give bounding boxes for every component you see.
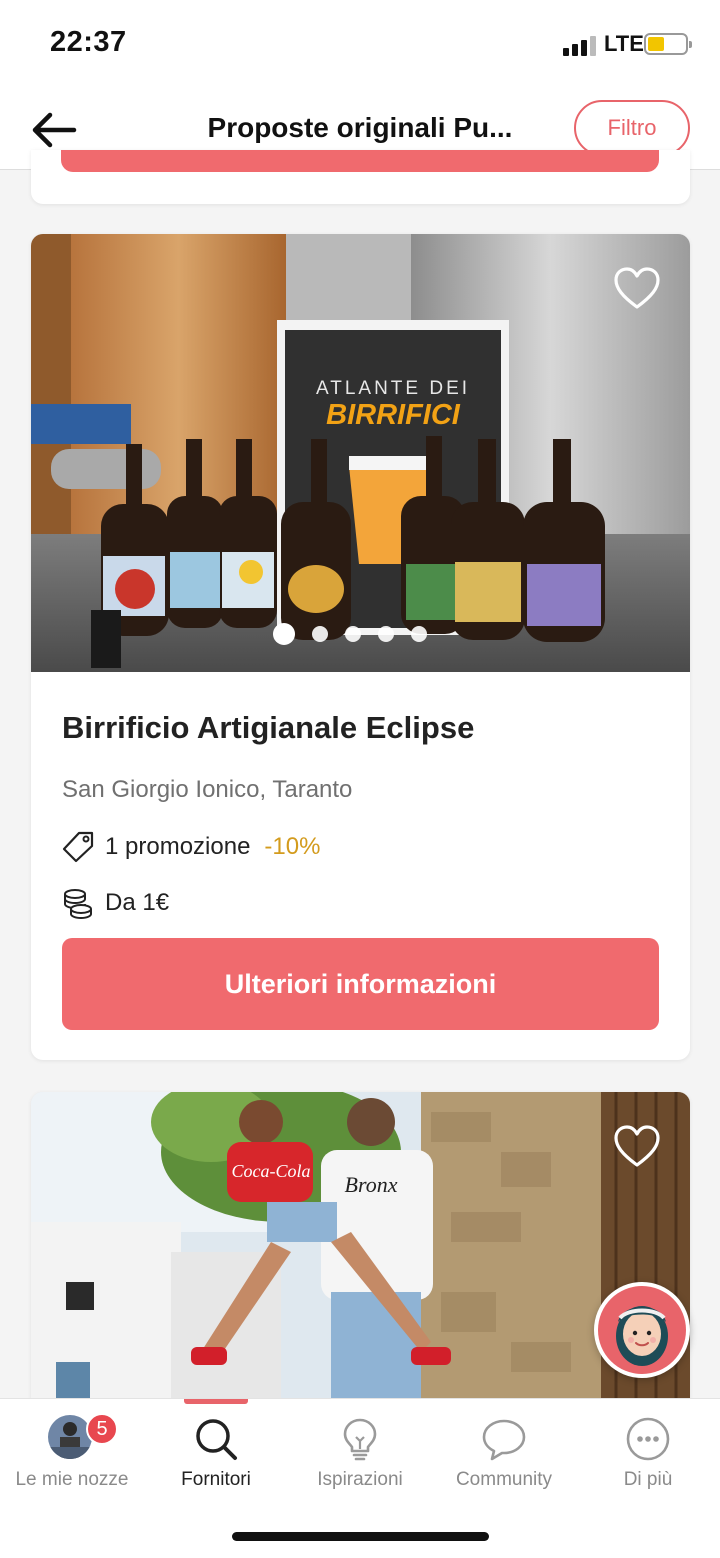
search-icon bbox=[196, 1419, 237, 1460]
carousel-dot[interactable] bbox=[378, 626, 394, 642]
heart-outline-icon bbox=[614, 267, 660, 309]
assistant-button[interactable] bbox=[594, 1282, 690, 1378]
lightbulb-icon bbox=[343, 1418, 377, 1461]
carousel-dot[interactable] bbox=[312, 626, 328, 642]
carousel-dot[interactable] bbox=[345, 626, 361, 642]
nav-item-le-mie-nozze[interactable]: 5 Le mie nozze bbox=[0, 1399, 144, 1509]
vendor-photo: ATLANTE DEI BIRRIFICI bbox=[31, 234, 690, 672]
chat-bubble-icon bbox=[482, 1419, 526, 1461]
status-bar: 22:37 LTE bbox=[0, 0, 720, 90]
price-label: Da 1€ bbox=[105, 889, 170, 916]
home-indicator[interactable] bbox=[232, 1532, 489, 1541]
shirt-text: Bronx bbox=[345, 1172, 398, 1197]
nav-item-di-piu[interactable]: Di più bbox=[576, 1399, 720, 1509]
more-info-button-previous[interactable] bbox=[61, 150, 659, 172]
notification-badge: 5 bbox=[86, 1413, 118, 1445]
more-info-button[interactable]: Ulteriori informazioni bbox=[62, 938, 659, 1030]
network-label: LTE bbox=[604, 31, 644, 56]
filter-button[interactable]: Filtro bbox=[574, 100, 690, 156]
favorite-button-next[interactable] bbox=[612, 1122, 662, 1172]
promotion-row: 1 promozione -10% bbox=[61, 829, 320, 865]
page-title: Proposte originali Pu... bbox=[207, 112, 513, 143]
avatar-icon bbox=[48, 1415, 92, 1459]
nav-label: Di più bbox=[623, 1469, 673, 1490]
nav-label: Ispirazioni bbox=[317, 1469, 403, 1490]
carousel-dot[interactable] bbox=[273, 623, 295, 645]
carousel-dots bbox=[273, 623, 427, 645]
vendor-photo-carousel[interactable]: ATLANTE DEI BIRRIFICI bbox=[31, 234, 690, 672]
vendor-card-next[interactable]: Coca-Cola Bronx bbox=[31, 1092, 690, 1412]
vendor-card-previous bbox=[31, 150, 690, 204]
more-icon bbox=[626, 1417, 670, 1461]
tag-icon bbox=[62, 831, 94, 863]
nav-label: Le mie nozze bbox=[15, 1469, 129, 1490]
nav-label: Community bbox=[455, 1469, 553, 1490]
coins-icon bbox=[64, 889, 92, 920]
promotion-discount: -10% bbox=[264, 833, 321, 860]
nav-label: Fornitori bbox=[181, 1469, 251, 1490]
vendor-photo-next: Coca-Cola Bronx bbox=[31, 1092, 690, 1412]
promotion-count: 1 promozione bbox=[105, 833, 251, 860]
signal-icon bbox=[563, 36, 599, 56]
book-line-2: BIRRIFICI bbox=[326, 399, 461, 431]
price-row: Da 1€ bbox=[61, 885, 169, 921]
assistant-avatar-icon bbox=[598, 1286, 686, 1374]
battery-icon bbox=[644, 33, 692, 55]
vendor-name[interactable]: Birrificio Artigianale Eclipse bbox=[62, 710, 474, 746]
favorite-button[interactable] bbox=[612, 264, 662, 314]
heart-outline-icon bbox=[614, 1125, 660, 1167]
nav-item-ispirazioni[interactable]: Ispirazioni bbox=[288, 1399, 432, 1509]
nav-item-community[interactable]: Community bbox=[432, 1399, 576, 1509]
svg-text:Coca-Cola: Coca-Cola bbox=[232, 1161, 311, 1181]
book-line-1: ATLANTE DEI bbox=[316, 378, 470, 399]
carousel-dot[interactable] bbox=[411, 626, 427, 642]
nav-item-fornitori[interactable]: Fornitori bbox=[144, 1399, 288, 1509]
status-time: 22:37 bbox=[50, 26, 127, 58]
vendor-location: San Giorgio Ionico, Taranto bbox=[62, 776, 353, 803]
vendor-card[interactable]: ATLANTE DEI BIRRIFICI Birrificio Artigia… bbox=[31, 234, 690, 1060]
